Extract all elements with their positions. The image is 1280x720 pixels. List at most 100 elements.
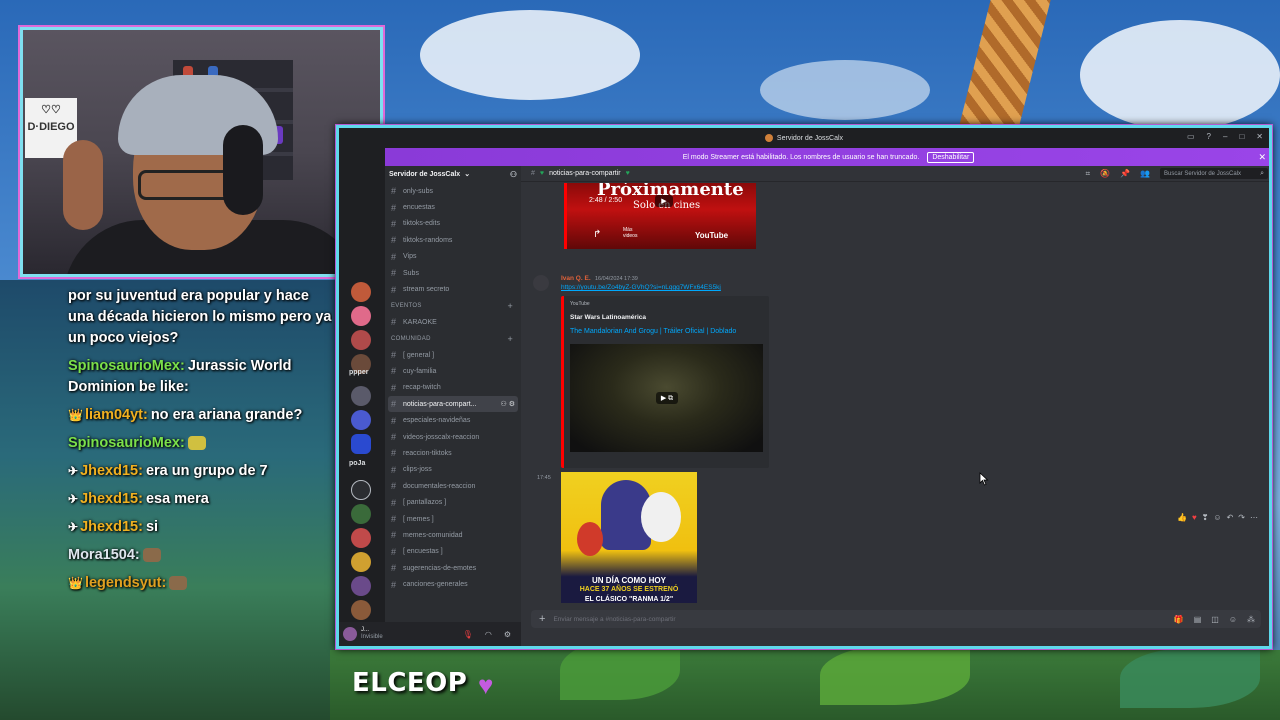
channel-item[interactable]: # [ encuestas ] [385,544,521,560]
channel-item[interactable]: # canciones-generales [385,576,521,592]
channel-item[interactable]: # encuestas [385,199,521,215]
close-icon[interactable]: ✕ [1258,152,1266,163]
message-timestamp: 17:45 [537,475,551,481]
close-icon[interactable]: ✕ [1256,132,1263,141]
inbox-icon[interactable]: ▭ [1187,132,1195,141]
channel-item[interactable]: # KARAOKE [385,314,521,330]
search-input[interactable]: Buscar Servidor de JossCalx [1160,168,1268,179]
thumbs-up-icon[interactable]: 👍 [1177,513,1187,522]
emoji-icon[interactable]: ☺ [1229,615,1237,624]
channel-label: [ encuestas ] [403,548,443,556]
channel-item[interactable]: # noticias-para-compart... ⚇ ⚙ [388,396,518,413]
server-header[interactable]: Servidor de JossCalx ⌄ ⚇ [385,166,521,182]
image-attachment[interactable]: UN DÍA COMO HOY HACE 37 AÑOS SE ESTRENÓ … [561,472,697,603]
disable-streamer-mode-button[interactable]: Deshabilitar [927,151,975,163]
server-name: Servidor de JossCalx [389,170,461,178]
channel-settings-icon[interactable]: ⚇ ⚙ [501,400,516,408]
forward-icon[interactable]: ↷ [1238,513,1245,522]
server-icon[interactable] [351,528,371,548]
play-icon[interactable]: ▶ [655,195,673,207]
share-icon[interactable]: ↱ [593,229,601,240]
channel-category[interactable]: EVENTOS + [385,298,521,314]
reply-icon[interactable]: ↶ [1227,513,1234,522]
avatar[interactable] [343,627,357,641]
apps-icon[interactable]: ⁂ [1247,615,1255,624]
channel-item[interactable]: # sugerencias-de-emotes [385,560,521,576]
embed-provider[interactable]: YouTube [570,301,590,307]
threads-icon[interactable]: ⌗ [1086,169,1091,179]
channel-item[interactable]: # only-subs [385,183,521,199]
channel-item[interactable]: # tiktoks-edits [385,216,521,232]
members-icon[interactable]: 👥 [1140,169,1150,178]
channel-item[interactable]: # documentales-reaccion [385,478,521,494]
hash-icon: # [391,399,397,410]
channel-item[interactable]: # recap-twitch [385,380,521,396]
channel-item[interactable]: # memes-comunidad [385,527,521,543]
server-icon[interactable] [351,386,371,406]
more-icon[interactable]: ⋯ [1250,513,1258,522]
server-label: ppper [349,369,369,376]
image-text: HACE 37 AÑOS SE ESTRENÓ [579,586,679,593]
channel-category[interactable]: Comunidad + [385,331,521,347]
hash-icon: # [391,563,397,574]
embed-channel[interactable]: Star Wars Latinoamérica [570,314,646,321]
hash-icon: # [391,235,397,246]
message-input[interactable]: + Enviar mensaje a #noticias-para-compar… [531,610,1261,628]
server-icon[interactable] [351,600,371,620]
server-icon[interactable] [351,410,371,430]
server-icon[interactable] [351,330,371,350]
add-channel-icon[interactable]: + [507,301,513,311]
video-thumbnail[interactable]: ▶ ⧉ [570,344,763,452]
badge-icon: 👑 [68,576,83,590]
channel-item[interactable]: # [ general ] [385,347,521,363]
channel-item[interactable]: # especiales-navideñas [385,412,521,428]
chat-message: SpinosaurioMex: Jurassic World Dominion b… [62,356,332,398]
add-channel-icon[interactable]: + [507,334,513,344]
more-videos-label[interactable]: Más videos [623,227,641,239]
channel-label: documentales-reaccion [403,482,476,490]
headphones-icon[interactable]: ◠ [485,630,492,639]
minimize-icon[interactable]: – [1223,132,1227,141]
server-icon[interactable] [351,306,371,326]
channel-item[interactable]: # [ memes ] [385,511,521,527]
server-icon[interactable] [351,504,371,524]
channel-item[interactable]: # videos-josscalx-reaccion [385,429,521,445]
channel-item[interactable]: # cuy-familia [385,363,521,379]
channel-item[interactable]: # Vips [385,249,521,265]
play-icon[interactable]: ▶ ⧉ [656,392,678,404]
heart-icon: ♥ [539,170,545,177]
video-embed[interactable]: Próximamente Solo en cines 2:48 / 2:50 ▶… [564,183,756,249]
pin-icon[interactable]: 📌 [1120,169,1130,178]
message-author[interactable]: Ivan Q. E. [561,275,591,282]
sticker-icon[interactable]: ◫ [1211,615,1219,624]
channel-item[interactable]: # reaccion-tiktoks [385,445,521,461]
mute-icon[interactable]: 🎙 [463,630,473,639]
avatar[interactable] [533,275,549,291]
channel-item[interactable]: # Subs [385,265,521,281]
server-icon[interactable] [351,282,371,302]
server-icon[interactable] [351,434,371,454]
help-icon[interactable]: ? [1207,132,1211,141]
gif-icon[interactable]: ▤ [1194,615,1202,624]
notification-bell-icon[interactable]: 🔕 [1100,169,1110,178]
embed-title[interactable]: The Mandalorian And Grogu | Tráiler Ofic… [570,328,736,335]
settings-icon[interactable]: ⚙ [504,630,511,639]
add-reaction-icon[interactable]: ☺ [1213,513,1221,522]
add-attachment-icon[interactable]: + [539,613,545,625]
maximize-icon[interactable]: □ [1239,132,1244,141]
upload-icon[interactable] [351,480,371,500]
gift-icon[interactable]: 🎁 [1174,615,1184,624]
channel-item[interactable]: # tiktoks-randoms [385,232,521,248]
message-link[interactable]: https://youtu.be/Zo4byZ-GVhQ?si=nLqgg7WF… [561,284,721,291]
channel-item[interactable]: # clips-joss [385,462,521,478]
heart-icon[interactable]: ♥ [1192,513,1197,522]
hash-icon: # [391,186,397,197]
channel-item[interactable]: # [ pantallazos ] [385,494,521,510]
server-icon[interactable] [351,552,371,572]
invite-icon[interactable]: ⚇ [510,170,517,179]
reaction-icon[interactable]: ❣ [1202,513,1209,522]
banner-text: El modo Streamer está habilitado. Los no… [682,153,920,161]
youtube-logo[interactable]: YouTube [695,231,728,240]
server-icon[interactable] [351,576,371,596]
channel-item[interactable]: # stream secreto [385,281,521,297]
